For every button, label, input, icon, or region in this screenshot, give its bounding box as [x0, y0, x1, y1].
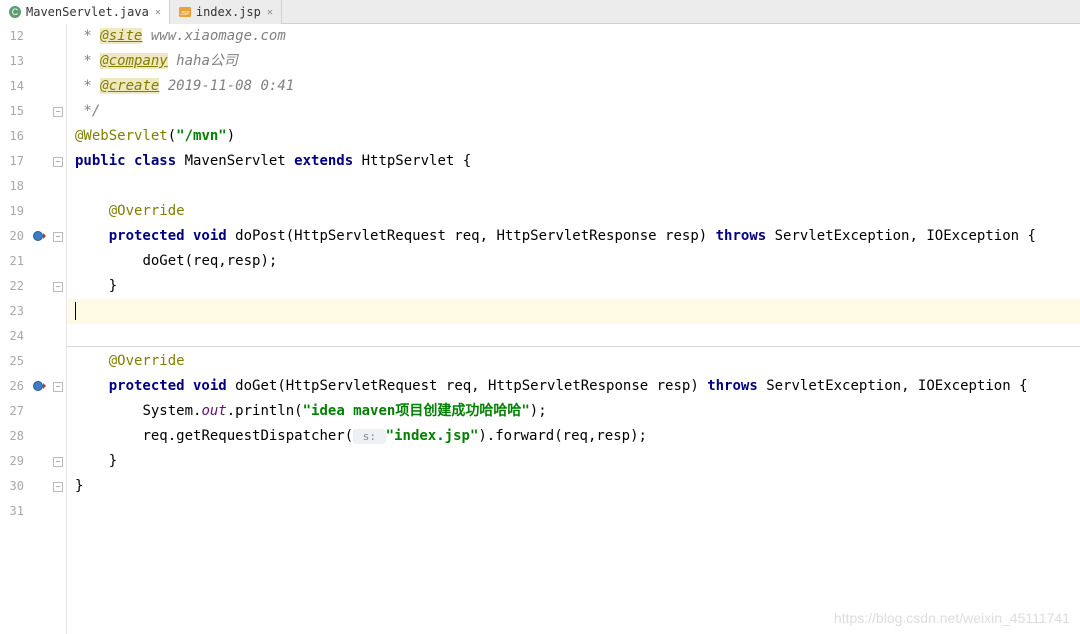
code-line: public class MavenServlet extends HttpSe… [67, 149, 1080, 174]
code-line: } [67, 274, 1080, 299]
code-line: * @company haha公司 [67, 49, 1080, 74]
method-separator [67, 346, 1080, 347]
close-icon[interactable]: ✕ [155, 7, 161, 18]
fold-toggle-icon[interactable]: − [53, 382, 63, 392]
code-area[interactable]: * @site www.xiaomage.com * @company haha… [67, 24, 1080, 634]
code-line: doGet(req,resp); [67, 249, 1080, 274]
fold-toggle-icon[interactable]: − [53, 107, 63, 117]
code-line [67, 499, 1080, 524]
code-line: */ [67, 99, 1080, 124]
fold-toggle-icon[interactable]: − [53, 232, 63, 242]
class-file-icon: C [8, 5, 22, 19]
code-line: protected void doPost(HttpServletRequest… [67, 224, 1080, 249]
code-line: @WebServlet("/mvn") [67, 124, 1080, 149]
gutter: 1213141516171819202122232425262728293031… [0, 24, 67, 634]
code-line: @Override [67, 199, 1080, 224]
code-line [67, 174, 1080, 199]
code-line: } [67, 449, 1080, 474]
code-line: } [67, 474, 1080, 499]
code-editor: 1213141516171819202122232425262728293031… [0, 24, 1080, 634]
code-line: * @create 2019-11-08 0:41 [67, 74, 1080, 99]
fold-column: − − − − − − − [52, 24, 66, 634]
tab-label: index.jsp [196, 5, 261, 19]
svg-text:JSP: JSP [180, 11, 190, 17]
override-marker-icon[interactable] [32, 378, 48, 394]
fold-toggle-icon[interactable]: − [53, 282, 63, 292]
editor-tab-indexjsp[interactable]: JSP index.jsp ✕ [170, 0, 282, 24]
code-line: System.out.println("idea maven项目创建成功哈哈哈"… [67, 399, 1080, 424]
close-icon[interactable]: ✕ [267, 7, 273, 18]
code-line-current [67, 299, 1080, 324]
code-line: req.getRequestDispatcher( s: "index.jsp"… [67, 424, 1080, 449]
fold-toggle-icon[interactable]: − [53, 157, 63, 167]
line-numbers: 1213141516171819202122232425262728293031 [0, 24, 30, 634]
editor-tab-mavenservlet[interactable]: C MavenServlet.java ✕ [0, 0, 170, 24]
code-line: protected void doGet(HttpServletRequest … [67, 374, 1080, 399]
fold-toggle-icon[interactable]: − [53, 482, 63, 492]
code-line: * @site www.xiaomage.com [67, 24, 1080, 49]
override-marker-icon[interactable] [32, 228, 48, 244]
text-caret [75, 302, 76, 320]
code-line: @Override [67, 349, 1080, 374]
tab-label: MavenServlet.java [26, 5, 149, 19]
jsp-file-icon: JSP [178, 5, 192, 19]
fold-toggle-icon[interactable]: − [53, 457, 63, 467]
gutter-markers [30, 24, 52, 634]
svg-text:C: C [12, 7, 19, 17]
tab-bar: C MavenServlet.java ✕ JSP index.jsp ✕ [0, 0, 1080, 24]
